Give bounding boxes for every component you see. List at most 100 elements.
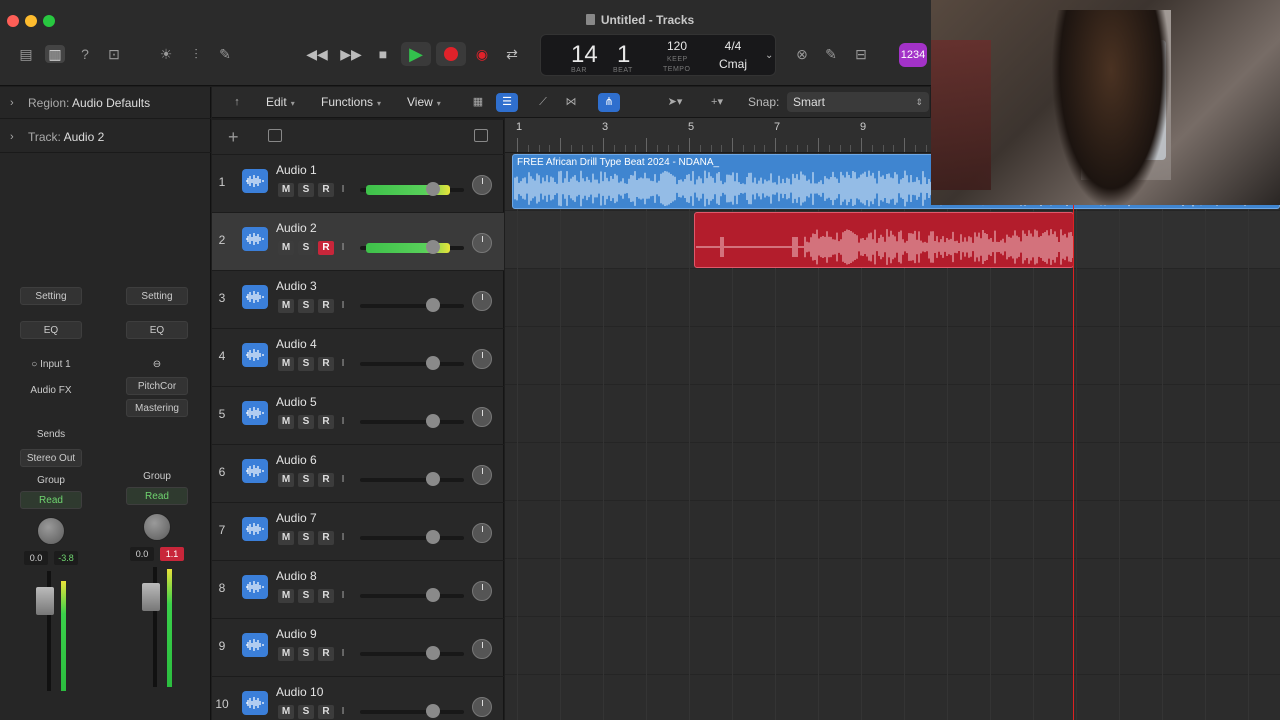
smart-controls-icon[interactable]: ☀ [156, 45, 176, 63]
solo-button[interactable]: S [298, 705, 314, 719]
track-lane[interactable] [505, 675, 1280, 720]
solo-button[interactable]: S [298, 531, 314, 545]
volume-slider[interactable] [360, 646, 464, 660]
volume-slider[interactable] [360, 588, 464, 602]
region-inspector-header[interactable]: › Region: Audio Defaults [0, 87, 211, 119]
input-monitor-button[interactable]: I [338, 183, 348, 197]
sends-slot[interactable]: Sends [20, 425, 82, 443]
audio-waveform-icon[interactable] [242, 401, 268, 425]
track-lane[interactable] [505, 559, 1280, 617]
volume-slider[interactable] [360, 298, 464, 312]
slider-thumb[interactable] [426, 298, 440, 312]
record-enable-button[interactable]: R [318, 473, 334, 487]
slider-thumb[interactable] [426, 240, 440, 254]
solo-button[interactable]: S [298, 415, 314, 429]
pan-knob[interactable] [472, 349, 492, 369]
pointer-tool-icon[interactable]: ➤▾ [664, 93, 686, 112]
mute-button[interactable]: M [278, 183, 294, 197]
track-name[interactable]: Audio 6 [276, 453, 317, 467]
audio-waveform-icon[interactable] [242, 691, 268, 715]
group-slot[interactable]: Group [20, 471, 82, 489]
audio-waveform-icon[interactable] [242, 285, 268, 309]
slider-thumb[interactable] [426, 646, 440, 660]
inspector-toggle-icon[interactable]: ▥ [45, 45, 65, 63]
track-name[interactable]: Audio 4 [276, 337, 317, 351]
slider-thumb[interactable] [426, 414, 440, 428]
volume-slider[interactable] [360, 182, 464, 196]
catch-up-icon[interactable]: ↑ [226, 93, 248, 112]
input-monitor-button[interactable]: I [338, 531, 348, 545]
mixer-icon[interactable]: ⫶ [186, 45, 206, 63]
input-monitor-button[interactable]: I [338, 589, 348, 603]
input-slot[interactable]: ○ Input 1 [20, 355, 82, 373]
audio-waveform-icon[interactable] [242, 517, 268, 541]
slider-thumb[interactable] [426, 530, 440, 544]
automation-icon[interactable]: ⟋ [532, 93, 554, 112]
record-enable-button[interactable]: R [318, 589, 334, 603]
automation-mode[interactable]: Read [20, 491, 82, 509]
view-menu[interactable]: View ▾ [407, 95, 441, 109]
pan-knob[interactable] [37, 517, 65, 545]
track-lane[interactable] [505, 385, 1280, 443]
track-lane[interactable] [505, 269, 1280, 327]
input-monitor-button[interactable]: I [338, 647, 348, 661]
track-header[interactable]: 10 Audio 10 M S R I [212, 676, 504, 720]
mute-button[interactable]: M [278, 647, 294, 661]
track-header[interactable]: 2 Audio 2 M S R I [212, 212, 504, 270]
library-icon[interactable]: ▤ [16, 45, 36, 63]
eq-button[interactable]: EQ [126, 321, 188, 339]
audio-fx-slot[interactable]: Audio FX [20, 381, 82, 399]
input-monitor-button[interactable]: I [338, 415, 348, 429]
volume-slider[interactable] [360, 414, 464, 428]
toolbar-icon[interactable]: ⊡ [104, 45, 124, 63]
track-header[interactable]: 8 Audio 8 M S R I [212, 560, 504, 618]
functions-menu[interactable]: Functions ▾ [321, 95, 381, 109]
slider-thumb[interactable] [426, 356, 440, 370]
record-enable-button[interactable]: R [318, 357, 334, 371]
pan-knob[interactable] [472, 581, 492, 601]
track-lane[interactable] [505, 443, 1280, 501]
solo-button[interactable]: S [298, 241, 314, 255]
fast-forward-button[interactable]: ▶▶ [338, 42, 364, 66]
track-header[interactable]: 5 Audio 5 M S R I [212, 386, 504, 444]
record-enable-button[interactable]: R [318, 705, 334, 719]
volume-slider[interactable] [360, 704, 464, 718]
pan-knob[interactable] [472, 233, 492, 253]
mute-button[interactable]: M [278, 299, 294, 313]
track-lane[interactable] [505, 501, 1280, 559]
mute-button[interactable]: M [278, 589, 294, 603]
slider-thumb[interactable] [426, 472, 440, 486]
track-name[interactable]: Audio 8 [276, 569, 317, 583]
pan-knob[interactable] [143, 513, 171, 541]
cycle-icon[interactable]: ⇄ [501, 42, 523, 66]
input-monitor-button[interactable]: I [338, 299, 348, 313]
output-slot[interactable]: Stereo Out [20, 449, 82, 467]
group-slot[interactable]: Group [126, 467, 188, 485]
track-name[interactable]: Audio 5 [276, 395, 317, 409]
flex-icon[interactable]: ⋈ [560, 93, 582, 112]
list-editors-icon[interactable]: ⊗ [792, 45, 812, 63]
plugin-slot-1[interactable]: PitchCor [126, 377, 188, 395]
add-track-button[interactable]: + [228, 127, 239, 148]
note-pad-icon[interactable]: ✎ [821, 45, 841, 63]
editors-icon[interactable]: ✎ [215, 45, 235, 63]
setting-button[interactable]: Setting [20, 287, 82, 305]
audio-region-recording[interactable] [694, 212, 1074, 268]
setting-button[interactable]: Setting [126, 287, 188, 305]
automation-mode[interactable]: Read [126, 487, 188, 505]
audio-waveform-icon[interactable] [242, 575, 268, 599]
link-icon[interactable]: ⊖ [126, 355, 188, 373]
playhead[interactable] [1073, 153, 1074, 720]
volume-slider[interactable] [360, 240, 464, 254]
capture-recording-icon[interactable]: ◉ [472, 42, 492, 66]
track-name[interactable]: Audio 2 [276, 221, 317, 235]
record-enable-button[interactable]: R [318, 299, 334, 313]
audio-waveform-icon[interactable] [242, 459, 268, 483]
solo-button[interactable]: S [298, 473, 314, 487]
tracks-area[interactable]: 13579 FREE African Drill Type Beat 2024 … [505, 118, 1280, 720]
input-monitor-button[interactable]: I [338, 473, 348, 487]
slider-thumb[interactable] [426, 182, 440, 196]
mute-button[interactable]: M [278, 705, 294, 719]
track-header[interactable]: 9 Audio 9 M S R I [212, 618, 504, 676]
track-name[interactable]: Audio 9 [276, 627, 317, 641]
